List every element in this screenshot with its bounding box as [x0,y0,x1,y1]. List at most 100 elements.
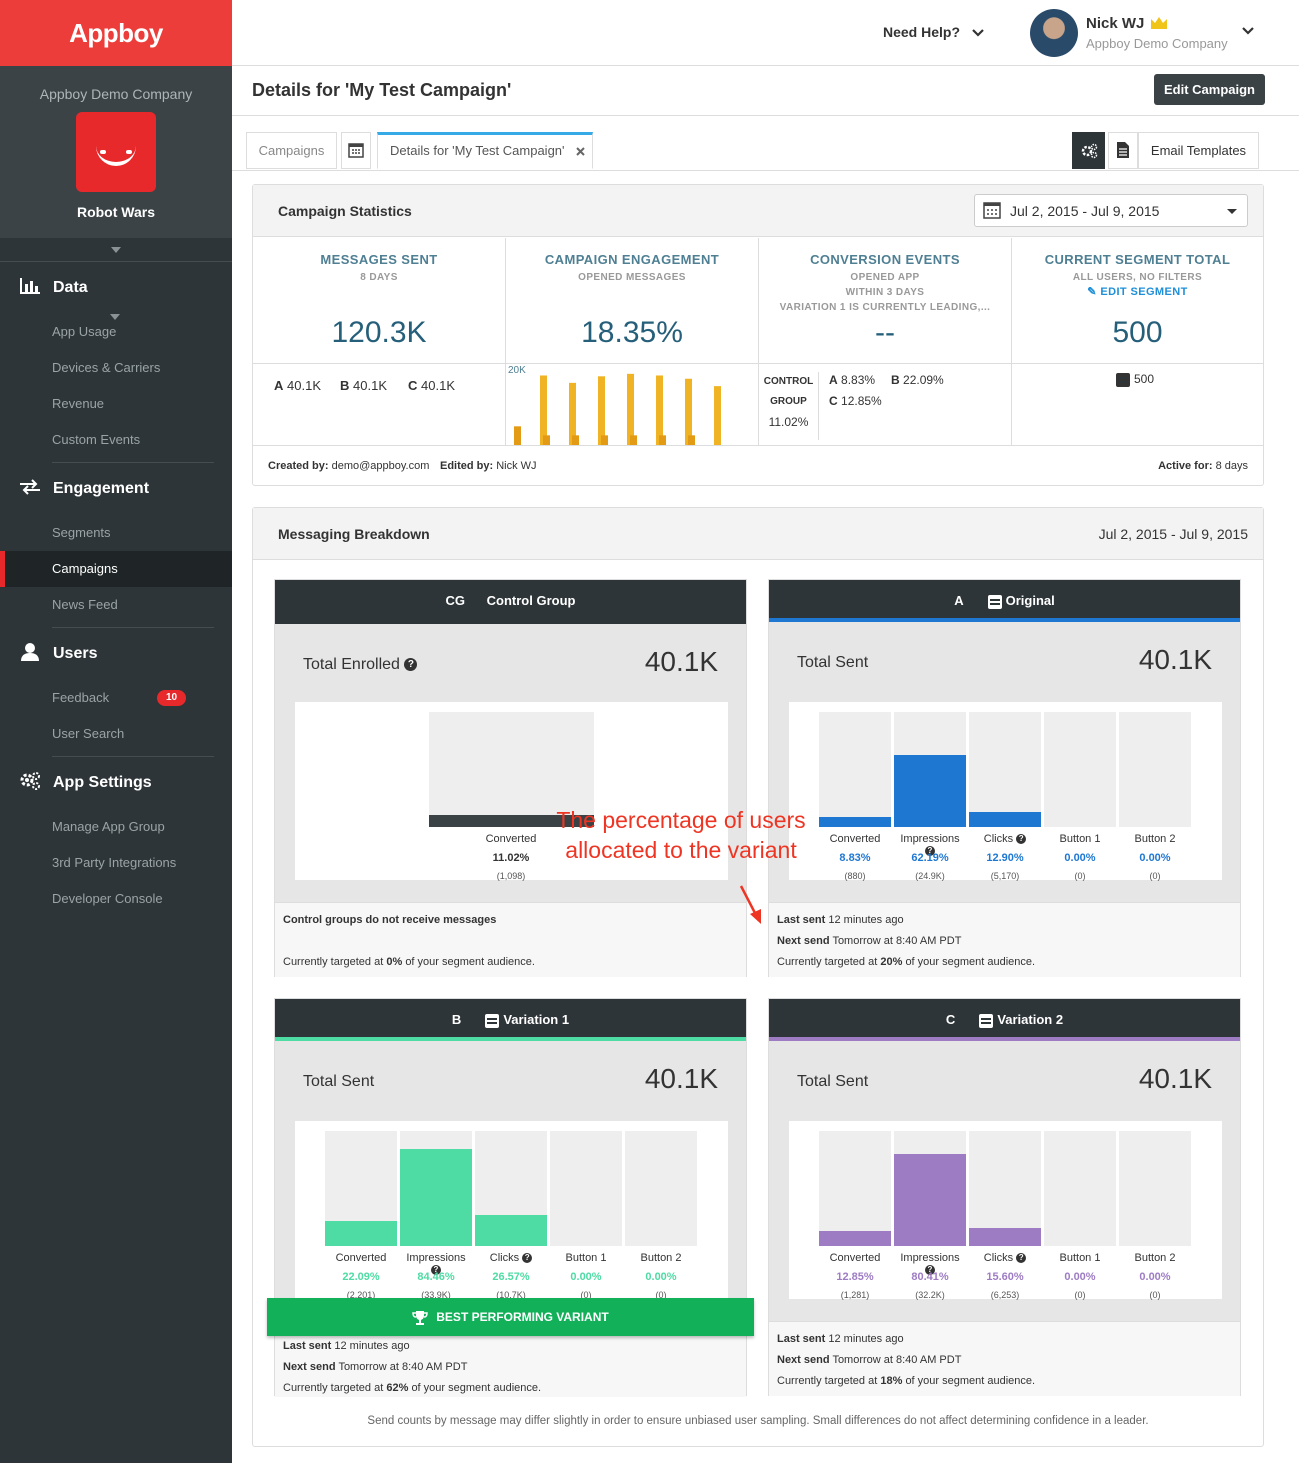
app-switcher-caret-bar[interactable] [0,238,232,262]
control-group-conversion: CONTROL GROUP 11.02% [759,372,819,440]
help-icon[interactable]: ? [1016,834,1027,845]
edit-segment-link[interactable]: ✎ EDIT SEGMENT [1012,285,1263,300]
targeting-prefix: Currently targeted at [283,1382,384,1394]
variant-c-sent: C 40.1K [408,378,455,393]
nav-item-campaigns[interactable]: Campaigns [0,551,232,587]
metric-percent: 8.83% [839,852,871,864]
nav-section-users[interactable]: Users [0,628,232,680]
date-range-value: Jul 2, 2015 - Jul 9, 2015 [1010,203,1160,219]
annotation-line: allocated to the variant [565,837,797,863]
card-footer: Last sent 12 minutes ago Next send Tomorr… [769,1321,1240,1396]
gears-icon [18,771,42,796]
avatar[interactable] [1030,9,1078,57]
total-label: Total Enrolled ? [303,656,418,674]
nav-section-engagement[interactable]: Engagement [0,463,232,515]
main-content: Campaign Statistics Jul 2, 2015 - Jul 9,… [232,170,1299,1463]
variant-b-sent: B 40.1K [340,378,387,393]
metric-label-text: Button 2 [1134,1252,1176,1264]
metric-label-text: Button 2 [640,1252,682,1264]
tab-calendar[interactable] [341,132,371,169]
metric-percent: 15.60% [986,1271,1024,1283]
metric-percent: 0.00% [1139,1271,1171,1283]
help-icon[interactable]: ? [522,1253,533,1264]
app-icon [76,112,156,192]
document-button[interactable] [1108,132,1138,169]
targeting-suffix: of your segment audience. [905,1375,1036,1387]
metric-count: (0) [1149,1290,1161,1300]
user-menu-chevron-icon[interactable] [1242,27,1254,35]
tab-email-templates[interactable]: Email Templates [1138,132,1259,169]
user-company: Appboy Demo Company [1086,36,1228,51]
metric-label-text: Button 1 [1059,1252,1101,1264]
help-icon[interactable]: ? [1016,1253,1027,1264]
variant-value: 40.1K [421,378,455,393]
sparkline-bar [514,426,521,446]
targeting-note: Currently targeted at 0% of your segment… [283,956,535,968]
no-messages-note: Control groups do not receive messages [283,914,497,926]
nav-item-revenue[interactable]: Revenue [0,386,232,422]
settings-button[interactable] [1072,132,1105,169]
nav-item-user-search[interactable]: User Search [0,716,232,752]
last-sent-value: 12 minutes ago [828,1333,904,1345]
sidebar: Appboy Appboy Demo Company Robot Wars Da… [0,0,232,1463]
variant-b-card: B Variation 1 Total Sent 40.1K Converted 22.0… [274,998,747,1397]
tab-campaigns[interactable]: Campaigns [246,132,337,169]
tab-details[interactable]: Details for 'My Test Campaign' [377,132,593,169]
last-sent-label: Last sent [283,1340,332,1352]
app-switcher[interactable]: Appboy Demo Company Robot Wars [0,66,232,320]
nav-item-custom-events[interactable]: Custom Events [0,422,232,458]
close-icon[interactable] [576,147,585,156]
metric-bar-track [969,712,1041,827]
nav-item-segments[interactable]: Segments [0,515,232,551]
total-value: 40.1K [644,1063,718,1094]
metric-count: (24.9K) [915,871,945,881]
metric-bar-track [625,1131,697,1246]
footnote: Send counts by message may differ slight… [367,1415,1149,1427]
nav-section-data[interactable]: Data [0,262,232,314]
total-row: Total Enrolled ? 40.1K [275,624,746,702]
nav-item-3rd-party-integrations[interactable]: 3rd Party Integrations [0,845,232,881]
edit-campaign-button[interactable]: Edit Campaign [1154,74,1265,105]
annotation-line: The percentage of users [556,807,806,833]
next-send-label: Next send [283,1361,336,1373]
best-banner-label: BEST PERFORMING VARIANT [436,1310,609,1324]
card-header: C Variation 2 [769,999,1240,1041]
metric-bar-track [1044,1131,1116,1246]
variant-value: 40.1K [353,378,387,393]
panel-title: Campaign Statistics [278,203,412,219]
nav-section-label: Users [53,645,98,662]
stat-subtitle: ALL USERS, NO FILTERS [1072,272,1203,283]
variant-name-text: Variation 1 [503,1012,570,1027]
next-send: Next send Tomorrow at 8:40 AM PDT [283,1361,467,1373]
company-name: Appboy Demo Company [39,86,193,102]
targeting-note: Currently targeted at 20% of your segmen… [777,956,1035,968]
metric-label: Button 1 [1044,1252,1116,1264]
help-icon[interactable]: ? [404,658,418,672]
need-help-menu[interactable]: Need Help? [883,24,984,40]
date-range-picker[interactable]: Jul 2, 2015 - Jul 9, 2015 [974,194,1248,227]
stat-subtitle: OPENED MESSAGES [578,272,686,283]
nav-item-manage-app-group[interactable]: Manage App Group [0,809,232,845]
metric-bar [894,755,966,827]
dropdown-caret-icon [1227,209,1237,214]
nav-item-developer-console[interactable]: Developer Console [0,881,232,917]
targeting-prefix: Currently targeted at [283,956,384,968]
nav-item-devices-carriers[interactable]: Devices & Carriers [0,350,232,386]
metric-percent: 12.90% [986,852,1024,864]
stat-value: 120.3K [331,316,427,349]
appboy-logo[interactable]: Appboy [0,0,232,66]
metric-label-text: Converted [335,1252,387,1264]
user-name[interactable]: Nick WJ [1086,15,1144,32]
segment-count: 500 [1116,372,1154,387]
variant-name: Variation 1 [485,1012,570,1028]
nav-item-news-feed[interactable]: News Feed [0,587,232,623]
conversion-events-stat: CONVERSION EVENTS OPENED APP WITHIN 3 DA… [759,238,1012,363]
nav-item-feedback[interactable]: Feedback 10 [0,680,232,716]
card-footer: Last sent 12 minutes ago Next send Tomorr… [769,902,1240,977]
app-name: Robot Wars [76,204,156,220]
segment-icon [1116,372,1130,387]
total-row: Total Sent 40.1K [275,1041,746,1119]
nav-section-app-settings[interactable]: App Settings [0,757,232,809]
messages-sent-breakdown: A 40.1K B 40.1K C 40.1K [253,363,506,445]
nav-item-app-usage[interactable]: App Usage [0,314,232,350]
